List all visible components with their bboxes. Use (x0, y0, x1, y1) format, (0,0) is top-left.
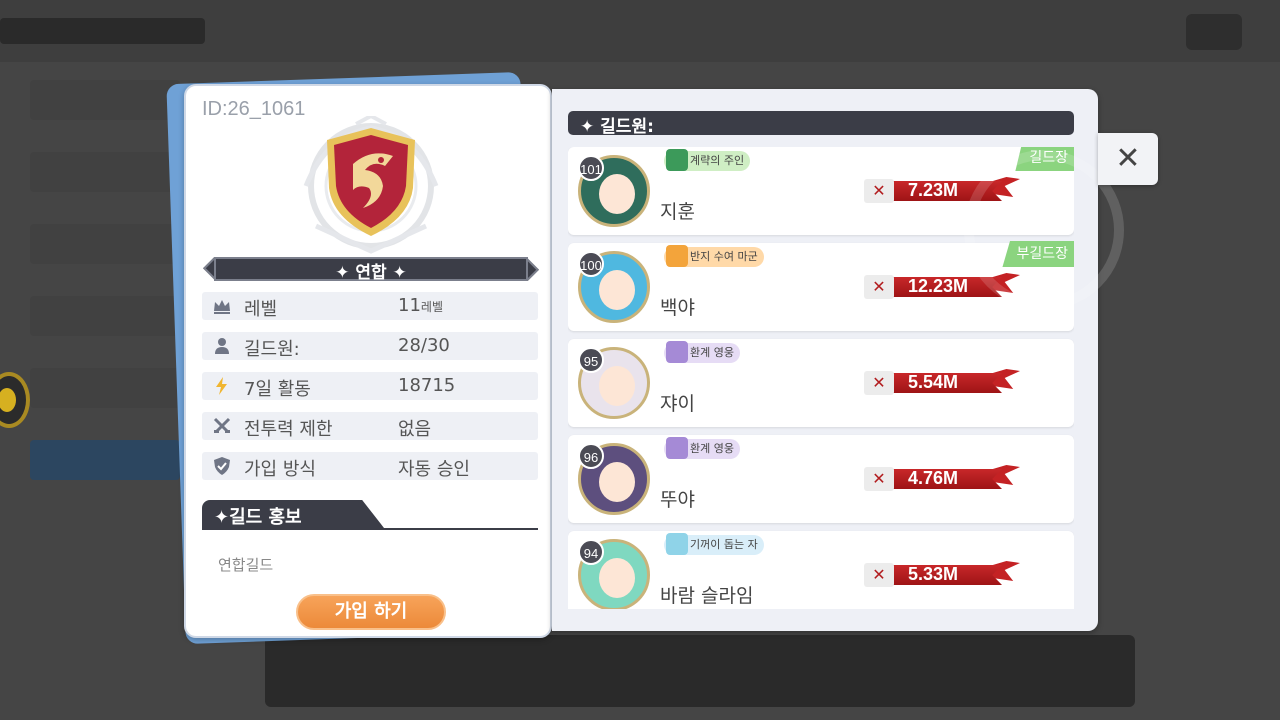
member-name: 뚜야 (660, 489, 695, 511)
member-name: 쟈이 (660, 393, 695, 415)
member-row[interactable]: 100 반지 수여 마군 백야 ✕ 12.23M 부길드장 (568, 241, 1074, 331)
guild-info-list: 레벨 11레벨 길드원: 28/30 7일 활동 18715 전투력 제한 없음… (202, 292, 538, 492)
member-title: 반지 수여 마군 (690, 250, 758, 263)
info-row-power-limit: 전투력 제한 없음 (202, 412, 538, 440)
crossed-swords-icon: ✕ (864, 467, 894, 491)
title-emblem-icon (666, 533, 688, 555)
member-level: 94 (578, 539, 604, 565)
dragon-shield-icon (327, 128, 415, 236)
avatar-face (599, 462, 635, 502)
background-top-bar (0, 0, 1280, 62)
person-icon (215, 338, 229, 354)
info-label: 7일 활동 (244, 379, 311, 400)
member-row[interactable]: 101 계략의 주인 지훈 ✕ 7.23M 길드장 (568, 147, 1074, 235)
background-button (1186, 14, 1242, 50)
member-name: 바람 슬라임 (660, 585, 754, 607)
close-icon: ✕ (1115, 141, 1141, 176)
info-value: 11레벨 (398, 295, 443, 316)
avatar-face (599, 270, 635, 310)
background-title (0, 18, 205, 44)
background-sidebar (30, 80, 180, 480)
info-label: 전투력 제한 (244, 419, 333, 440)
lightning-icon (216, 377, 227, 395)
info-value: 18715 (398, 375, 456, 396)
guild-promo-tab: ✦길드 홍보 (202, 500, 538, 530)
info-label: 길드원: (244, 339, 300, 360)
member-row[interactable]: 94 기꺼이 돕는 자 바람 슬라임 ✕ 5.33M (568, 531, 1074, 609)
member-panel: ✦ 길드원: 101 계략의 주인 지훈 ✕ 7.23M 길드장 100 반지 … (552, 89, 1098, 631)
member-title: 환계 영웅 (690, 346, 734, 359)
avatar-face (599, 174, 635, 214)
star-icon: ✦ (335, 263, 356, 283)
power-value: 4.76M (908, 468, 959, 488)
star-icon: ✦ (386, 263, 407, 283)
promo-label: 길드 홍보 (229, 507, 302, 528)
member-power: ✕ 7.23M (864, 177, 1020, 203)
member-row[interactable]: 96 환계 영웅 뚜야 ✕ 4.76M (568, 435, 1074, 523)
power-value: 5.54M (908, 372, 959, 392)
member-power: ✕ 5.33M (864, 561, 1020, 587)
member-level: 100 (578, 251, 604, 277)
guild-name: 연합 (355, 263, 387, 283)
guild-promo-text: 연합길드 (218, 556, 274, 574)
power-value: 12.23M (908, 276, 969, 296)
guild-info-card: ID:26_1061 ✦ 연합 ✦ 레벨 11레벨 길드원: 28/30 7일 … (184, 84, 552, 638)
member-title-badge: 반지 수여 마군 (664, 245, 764, 267)
crossed-swords-icon (213, 417, 231, 433)
info-label: 레벨 (244, 299, 278, 320)
member-power: ✕ 5.54M (864, 369, 1020, 395)
member-level: 96 (578, 443, 604, 469)
info-value: 28/30 (398, 335, 450, 356)
crossed-swords-icon: ✕ (864, 179, 894, 203)
title-emblem-icon (666, 437, 688, 459)
member-title-badge: 환계 영웅 (664, 437, 740, 459)
title-emblem-icon (666, 245, 688, 267)
power-value: 5.33M (908, 564, 959, 584)
info-row-activity: 7일 활동 18715 (202, 372, 538, 400)
member-title: 환계 영웅 (690, 442, 734, 455)
member-level: 95 (578, 347, 604, 373)
member-title-badge: 환계 영웅 (664, 341, 740, 363)
info-value: 자동 승인 (398, 459, 470, 480)
level-unit: 레벨 (420, 300, 443, 314)
members-header-label: 길드원: (600, 117, 654, 137)
level-value: 11 (398, 295, 421, 316)
guild-name-banner: ✦ 연합 ✦ (202, 254, 540, 284)
member-power: ✕ 4.76M (864, 465, 1020, 491)
info-row-level: 레벨 11레벨 (202, 292, 538, 320)
member-name: 지훈 (660, 201, 695, 223)
info-label: 가입 방식 (244, 459, 316, 480)
background-bottom-button (265, 635, 1135, 707)
avatar-face (599, 558, 635, 598)
power-value: 7.23M (908, 180, 959, 200)
crossed-swords-icon: ✕ (864, 563, 894, 587)
star-icon: ✦ (580, 117, 601, 137)
member-level: 101 (578, 155, 604, 181)
member-title: 기꺼이 돕는 자 (690, 538, 758, 551)
member-row[interactable]: 95 환계 영웅 쟈이 ✕ 5.54M (568, 339, 1074, 427)
member-title: 계략의 주인 (690, 154, 745, 167)
join-guild-button[interactable]: 가입 하기 (296, 594, 446, 630)
title-emblem-icon (666, 341, 688, 363)
guild-emblem (286, 116, 456, 256)
member-title-badge: 계략의 주인 (664, 149, 751, 171)
info-row-members: 길드원: 28/30 (202, 332, 538, 360)
info-row-join-method: 가입 방식 자동 승인 (202, 452, 538, 480)
close-button[interactable]: ✕ (1098, 133, 1158, 185)
member-role-tag: 길드장 (1015, 147, 1074, 171)
member-power: ✕ 12.23M (864, 273, 1020, 299)
crossed-swords-icon: ✕ (864, 371, 894, 395)
members-header: ✦ 길드원: (568, 111, 1074, 137)
title-emblem-icon (666, 149, 688, 171)
info-value: 없음 (398, 419, 432, 440)
avatar-face (599, 366, 635, 406)
member-role-tag: 부길드장 (1002, 241, 1074, 267)
star-icon: ✦ (214, 507, 230, 528)
crown-icon (214, 300, 230, 314)
member-name: 백야 (660, 297, 695, 319)
member-title-badge: 기꺼이 돕는 자 (664, 533, 764, 555)
member-list[interactable]: 101 계략의 주인 지훈 ✕ 7.23M 길드장 100 반지 수여 마군 백… (568, 147, 1074, 609)
crossed-swords-icon: ✕ (864, 275, 894, 299)
shield-check-icon (214, 457, 230, 475)
